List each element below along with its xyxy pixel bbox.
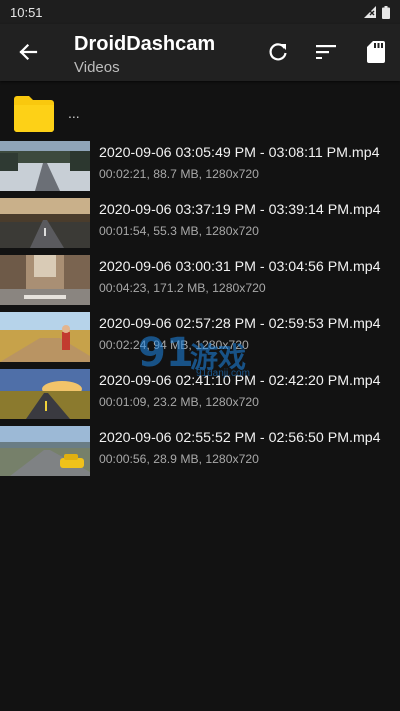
video-title: 2020-09-06 02:55:52 PM - 02:56:50 PM.mp4 bbox=[99, 430, 381, 446]
app-bar: DroidDashcam Videos bbox=[0, 24, 400, 81]
refresh-button[interactable] bbox=[258, 32, 298, 72]
status-bar: 10:51 bbox=[0, 0, 400, 24]
battery-icon bbox=[382, 5, 390, 19]
watermark-number: 91 bbox=[138, 330, 194, 376]
sd-card-icon bbox=[367, 41, 385, 63]
video-thumbnail bbox=[0, 198, 90, 248]
video-thumbnail bbox=[0, 141, 90, 191]
arrow-back-icon bbox=[19, 43, 38, 61]
video-meta: 00:01:54, 55.3 MB, 1280x720 bbox=[99, 224, 259, 238]
video-thumbnail bbox=[0, 312, 90, 362]
sort-icon bbox=[316, 45, 336, 59]
video-item[interactable]: 2020-09-06 03:00:31 PM - 03:04:56 PM.mp4… bbox=[0, 252, 400, 309]
parent-folder-row[interactable]: ... bbox=[0, 81, 400, 138]
video-title: 2020-09-06 03:37:19 PM - 03:39:14 PM.mp4 bbox=[99, 202, 381, 218]
status-icons bbox=[364, 5, 390, 19]
app-subtitle: Videos bbox=[74, 59, 120, 76]
video-item[interactable]: 2020-09-06 03:05:49 PM - 03:08:11 PM.mp4… bbox=[0, 138, 400, 195]
parent-folder-label: ... bbox=[68, 105, 80, 121]
video-meta: 00:01:09, 23.2 MB, 1280x720 bbox=[99, 395, 259, 409]
video-meta: 00:02:21, 88.7 MB, 1280x720 bbox=[99, 167, 259, 181]
app-titles: DroidDashcam Videos bbox=[74, 32, 215, 78]
video-thumbnail bbox=[0, 369, 90, 419]
video-title: 2020-09-06 03:00:31 PM - 03:04:56 PM.mp4 bbox=[99, 259, 381, 275]
video-title: 2020-09-06 03:05:49 PM - 03:08:11 PM.mp4 bbox=[99, 145, 380, 161]
video-item[interactable]: 2020-09-06 03:37:19 PM - 03:39:14 PM.mp4… bbox=[0, 195, 400, 252]
watermark-url: 91danji.com bbox=[196, 368, 250, 379]
app-title: DroidDashcam bbox=[74, 33, 216, 55]
status-time: 10:51 bbox=[10, 4, 43, 20]
folder-icon bbox=[14, 96, 54, 132]
video-thumbnail bbox=[0, 426, 90, 476]
signal-icon bbox=[364, 6, 376, 18]
watermark: 91 游戏 91danji.com bbox=[138, 330, 278, 384]
video-meta: 00:04:23, 171.2 MB, 1280x720 bbox=[99, 281, 266, 295]
video-thumbnail bbox=[0, 255, 90, 305]
sd-card-button[interactable] bbox=[356, 32, 396, 72]
sort-button[interactable] bbox=[306, 32, 346, 72]
video-meta: 00:00:56, 28.9 MB, 1280x720 bbox=[99, 452, 259, 466]
file-list: ... 2020-09-06 03:05:49 PM - 03:08:11 PM… bbox=[0, 81, 400, 480]
refresh-icon bbox=[269, 43, 287, 61]
back-button[interactable] bbox=[8, 32, 48, 72]
video-item[interactable]: 2020-09-06 02:55:52 PM - 02:56:50 PM.mp4… bbox=[0, 423, 400, 480]
